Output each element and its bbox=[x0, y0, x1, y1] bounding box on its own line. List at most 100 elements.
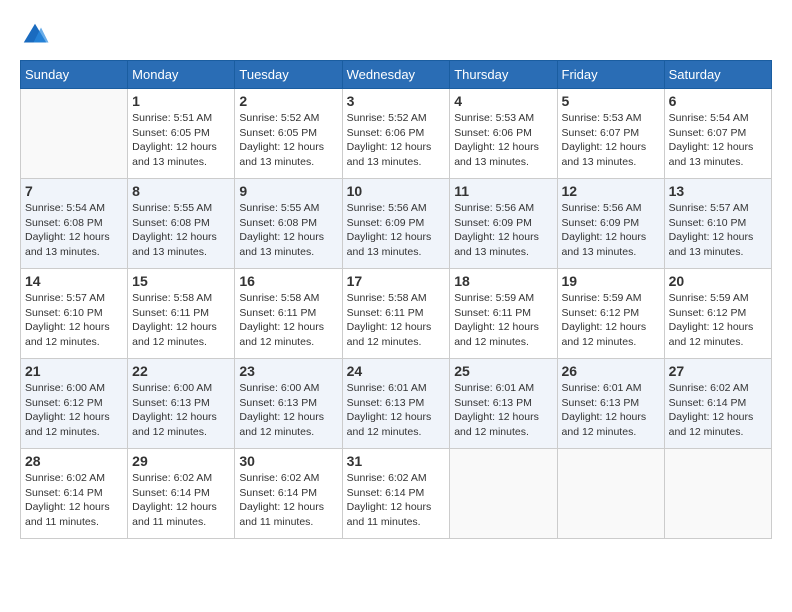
calendar-cell bbox=[21, 89, 128, 179]
day-info: Sunrise: 6:01 AM Sunset: 6:13 PM Dayligh… bbox=[347, 381, 446, 440]
day-number: 22 bbox=[132, 363, 230, 379]
calendar-header-sunday: Sunday bbox=[21, 61, 128, 89]
calendar-cell: 1 Sunrise: 5:51 AM Sunset: 6:05 PM Daylig… bbox=[128, 89, 235, 179]
day-number: 16 bbox=[239, 273, 337, 289]
day-number: 5 bbox=[562, 93, 660, 109]
day-info: Sunrise: 5:57 AM Sunset: 6:10 PM Dayligh… bbox=[25, 291, 123, 350]
calendar-cell: 10Sunrise: 5:56 AM Sunset: 6:09 PM Dayli… bbox=[342, 179, 450, 269]
calendar-header-thursday: Thursday bbox=[450, 61, 557, 89]
calendar-cell: 27Sunrise: 6:02 AM Sunset: 6:14 PM Dayli… bbox=[664, 359, 771, 449]
day-number: 26 bbox=[562, 363, 660, 379]
calendar-cell: 17 Sunrise: 5:58 AM Sunset: 6:11 PM Dayli… bbox=[342, 269, 450, 359]
day-number: 20 bbox=[669, 273, 767, 289]
day-info: Sunrise: 5:58 AM Sunset: 6:11 PM Dayligh… bbox=[132, 291, 230, 350]
calendar-cell bbox=[450, 449, 557, 539]
logo bbox=[20, 20, 54, 50]
calendar-header-row: SundayMondayTuesdayWednesdayThursdayFrid… bbox=[21, 61, 772, 89]
day-number: 8 bbox=[132, 183, 230, 199]
calendar-cell: 16 Sunrise: 5:58 AM Sunset: 6:11 PM Dayli… bbox=[235, 269, 342, 359]
logo-icon bbox=[20, 20, 50, 50]
calendar-cell: 22Sunrise: 6:00 AM Sunset: 6:13 PM Dayli… bbox=[128, 359, 235, 449]
calendar-week-row: 1 Sunrise: 5:51 AM Sunset: 6:05 PM Daylig… bbox=[21, 89, 772, 179]
calendar-cell: 30 Sunrise: 6:02 AM Sunset: 6:14 PM Dayli… bbox=[235, 449, 342, 539]
calendar-cell: 5 Sunrise: 5:53 AM Sunset: 6:07 PM Daylig… bbox=[557, 89, 664, 179]
day-number: 14 bbox=[25, 273, 123, 289]
calendar-week-row: 21 Sunrise: 6:00 AM Sunset: 6:12 PM Dayli… bbox=[21, 359, 772, 449]
day-number: 25 bbox=[454, 363, 552, 379]
calendar-cell: 25 Sunrise: 6:01 AM Sunset: 6:13 PM Dayli… bbox=[450, 359, 557, 449]
day-info: Sunrise: 5:58 AM Sunset: 6:11 PM Dayligh… bbox=[347, 291, 446, 350]
day-number: 10 bbox=[347, 183, 446, 199]
calendar-header-friday: Friday bbox=[557, 61, 664, 89]
day-number: 29 bbox=[132, 453, 230, 469]
calendar-cell: 8 Sunrise: 5:55 AM Sunset: 6:08 PM Daylig… bbox=[128, 179, 235, 269]
day-number: 21 bbox=[25, 363, 123, 379]
day-number: 13 bbox=[669, 183, 767, 199]
day-number: 7 bbox=[25, 183, 123, 199]
calendar-cell bbox=[664, 449, 771, 539]
day-number: 30 bbox=[239, 453, 337, 469]
day-number: 28 bbox=[25, 453, 123, 469]
day-info: Sunrise: 5:54 AM Sunset: 6:07 PM Dayligh… bbox=[669, 111, 767, 170]
day-number: 23 bbox=[239, 363, 337, 379]
day-info: Sunrise: 5:59 AM Sunset: 6:11 PM Dayligh… bbox=[454, 291, 552, 350]
day-number: 17 bbox=[347, 273, 446, 289]
calendar-cell: 14 Sunrise: 5:57 AM Sunset: 6:10 PM Dayli… bbox=[21, 269, 128, 359]
day-info: Sunrise: 5:51 AM Sunset: 6:05 PM Dayligh… bbox=[132, 111, 230, 170]
calendar-cell: 24 Sunrise: 6:01 AM Sunset: 6:13 PM Dayli… bbox=[342, 359, 450, 449]
day-info: Sunrise: 5:52 AM Sunset: 6:06 PM Dayligh… bbox=[347, 111, 446, 170]
day-info: Sunrise: 5:59 AM Sunset: 6:12 PM Dayligh… bbox=[669, 291, 767, 350]
calendar-cell: 23 Sunrise: 6:00 AM Sunset: 6:13 PM Dayli… bbox=[235, 359, 342, 449]
day-info: Sunrise: 5:59 AM Sunset: 6:12 PM Dayligh… bbox=[562, 291, 660, 350]
calendar-cell: 6 Sunrise: 5:54 AM Sunset: 6:07 PM Daylig… bbox=[664, 89, 771, 179]
day-info: Sunrise: 6:02 AM Sunset: 6:14 PM Dayligh… bbox=[239, 471, 337, 530]
day-info: Sunrise: 5:56 AM Sunset: 6:09 PM Dayligh… bbox=[562, 201, 660, 260]
calendar-cell: 20 Sunrise: 5:59 AM Sunset: 6:12 PM Dayli… bbox=[664, 269, 771, 359]
calendar-cell: 13 Sunrise: 5:57 AM Sunset: 6:10 PM Dayli… bbox=[664, 179, 771, 269]
calendar-cell: 31Sunrise: 6:02 AM Sunset: 6:14 PM Dayli… bbox=[342, 449, 450, 539]
day-info: Sunrise: 6:02 AM Sunset: 6:14 PM Dayligh… bbox=[132, 471, 230, 530]
calendar-cell bbox=[557, 449, 664, 539]
calendar-cell: 28 Sunrise: 6:02 AM Sunset: 6:14 PM Dayli… bbox=[21, 449, 128, 539]
calendar-cell: 12Sunrise: 5:56 AM Sunset: 6:09 PM Dayli… bbox=[557, 179, 664, 269]
day-number: 2 bbox=[239, 93, 337, 109]
calendar-cell: 15 Sunrise: 5:58 AM Sunset: 6:11 PM Dayli… bbox=[128, 269, 235, 359]
calendar-header-tuesday: Tuesday bbox=[235, 61, 342, 89]
calendar-table: SundayMondayTuesdayWednesdayThursdayFrid… bbox=[20, 60, 772, 539]
calendar-header-wednesday: Wednesday bbox=[342, 61, 450, 89]
day-number: 19 bbox=[562, 273, 660, 289]
calendar-cell: 18Sunrise: 5:59 AM Sunset: 6:11 PM Dayli… bbox=[450, 269, 557, 359]
calendar-cell: 29 Sunrise: 6:02 AM Sunset: 6:14 PM Dayli… bbox=[128, 449, 235, 539]
day-info: Sunrise: 5:55 AM Sunset: 6:08 PM Dayligh… bbox=[132, 201, 230, 260]
day-info: Sunrise: 6:00 AM Sunset: 6:13 PM Dayligh… bbox=[239, 381, 337, 440]
day-info: Sunrise: 5:56 AM Sunset: 6:09 PM Dayligh… bbox=[454, 201, 552, 260]
day-number: 15 bbox=[132, 273, 230, 289]
calendar-cell: 4Sunrise: 5:53 AM Sunset: 6:06 PM Daylig… bbox=[450, 89, 557, 179]
calendar-cell: 11 Sunrise: 5:56 AM Sunset: 6:09 PM Dayli… bbox=[450, 179, 557, 269]
day-number: 9 bbox=[239, 183, 337, 199]
day-number: 1 bbox=[132, 93, 230, 109]
day-info: Sunrise: 6:00 AM Sunset: 6:12 PM Dayligh… bbox=[25, 381, 123, 440]
day-info: Sunrise: 5:55 AM Sunset: 6:08 PM Dayligh… bbox=[239, 201, 337, 260]
day-number: 3 bbox=[347, 93, 446, 109]
day-info: Sunrise: 6:02 AM Sunset: 6:14 PM Dayligh… bbox=[347, 471, 446, 530]
calendar-cell: 7 Sunrise: 5:54 AM Sunset: 6:08 PM Daylig… bbox=[21, 179, 128, 269]
calendar-cell: 26Sunrise: 6:01 AM Sunset: 6:13 PM Dayli… bbox=[557, 359, 664, 449]
calendar-cell: 3 Sunrise: 5:52 AM Sunset: 6:06 PM Daylig… bbox=[342, 89, 450, 179]
day-number: 11 bbox=[454, 183, 552, 199]
day-number: 4 bbox=[454, 93, 552, 109]
day-number: 6 bbox=[669, 93, 767, 109]
day-info: Sunrise: 5:54 AM Sunset: 6:08 PM Dayligh… bbox=[25, 201, 123, 260]
day-info: Sunrise: 5:58 AM Sunset: 6:11 PM Dayligh… bbox=[239, 291, 337, 350]
day-number: 27 bbox=[669, 363, 767, 379]
calendar-cell: 19 Sunrise: 5:59 AM Sunset: 6:12 PM Dayli… bbox=[557, 269, 664, 359]
day-number: 24 bbox=[347, 363, 446, 379]
day-info: Sunrise: 5:57 AM Sunset: 6:10 PM Dayligh… bbox=[669, 201, 767, 260]
calendar-week-row: 7 Sunrise: 5:54 AM Sunset: 6:08 PM Daylig… bbox=[21, 179, 772, 269]
day-info: Sunrise: 5:53 AM Sunset: 6:07 PM Dayligh… bbox=[562, 111, 660, 170]
day-info: Sunrise: 6:01 AM Sunset: 6:13 PM Dayligh… bbox=[454, 381, 552, 440]
day-info: Sunrise: 5:52 AM Sunset: 6:05 PM Dayligh… bbox=[239, 111, 337, 170]
day-info: Sunrise: 6:02 AM Sunset: 6:14 PM Dayligh… bbox=[25, 471, 123, 530]
calendar-cell: 9 Sunrise: 5:55 AM Sunset: 6:08 PM Daylig… bbox=[235, 179, 342, 269]
calendar-cell: 21 Sunrise: 6:00 AM Sunset: 6:12 PM Dayli… bbox=[21, 359, 128, 449]
